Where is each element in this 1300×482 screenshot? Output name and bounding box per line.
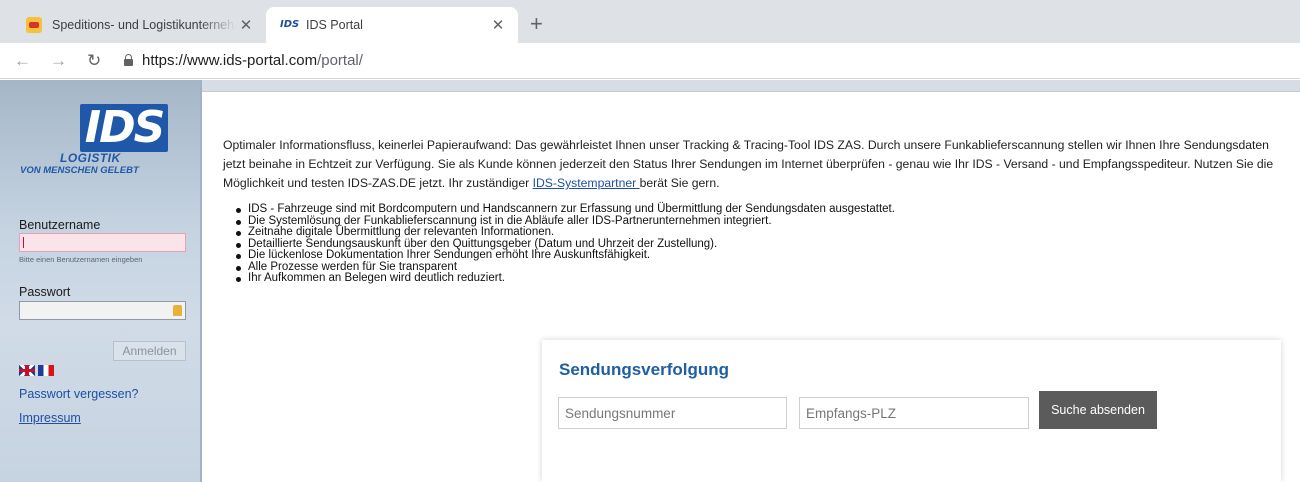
back-arrow-icon[interactable]: ←	[14, 51, 31, 71]
forward-arrow-icon[interactable]: →	[50, 51, 67, 71]
recipient-zip-input[interactable]	[799, 397, 1029, 429]
search-submit-button[interactable]: Suche absenden	[1039, 391, 1157, 429]
tracking-title: Sendungsverfolgung	[559, 360, 729, 379]
tracking-number-input[interactable]	[558, 397, 787, 429]
logo-slogan: VON MENSCHEN GELEBT	[20, 165, 139, 176]
forgot-password-link[interactable]: Passwort vergessen?	[19, 387, 139, 401]
ids-logo: IDS LOGISTIK VON MENSCHEN GELEBT	[20, 104, 170, 180]
tab-speditions[interactable]: Speditions- und Logistikunternehmen ✕	[14, 7, 266, 43]
france-flag-icon[interactable]	[38, 365, 54, 376]
list-item: Die lückenlose Dokumentation Ihrer Sendu…	[236, 249, 895, 262]
new-tab-icon[interactable]: +	[530, 13, 543, 35]
browser-toolbar: ← → ↻ https://www.ids-portal.com/portal/	[0, 43, 1300, 79]
logo-mark: IDS	[80, 104, 168, 152]
browser-tab-strip: Speditions- und Logistikunternehmen ✕ ID…	[0, 0, 1300, 43]
tab-ids-portal[interactable]: IDS IDS Portal ✕	[266, 7, 518, 43]
page-top-bar	[202, 80, 1300, 92]
intro-paragraph: Optimaler Informationsfluss, keinerlei P…	[223, 136, 1283, 193]
intro-text-end: berät Sie gern.	[639, 176, 720, 190]
list-item: IDS - Fahrzeuge sind mit Bordcomputern u…	[236, 203, 895, 215]
intro-text: Optimaler Informationsfluss, keinerlei P…	[223, 138, 1274, 190]
tracking-card: Sendungsverfolgung Suche absenden	[542, 340, 1281, 482]
feature-list: IDS - Fahrzeuge sind mit Bordcomputern u…	[236, 203, 895, 285]
username-input[interactable]	[19, 233, 186, 252]
ids-favicon-icon: IDS	[280, 19, 300, 30]
uk-flag-icon[interactable]	[19, 365, 35, 376]
language-flags	[19, 365, 54, 376]
impressum-link[interactable]: Impressum	[19, 411, 81, 425]
tab-title: Speditions- und Logistikunternehmen	[52, 18, 236, 32]
tab-title: IDS Portal	[306, 18, 363, 32]
url-scheme: https://	[142, 52, 188, 69]
list-item: Ihr Aufkommen an Belegen wird deutlich r…	[236, 272, 895, 285]
lock-icon[interactable]	[124, 54, 133, 66]
password-label: Passwort	[19, 285, 71, 299]
close-tab-icon[interactable]: ✕	[236, 16, 256, 34]
username-hint: Bitte einen Benutzernamen eingeben	[19, 255, 143, 264]
password-input[interactable]	[19, 301, 186, 320]
url-host: www.ids-portal.com	[187, 52, 318, 69]
close-tab-icon[interactable]: ✕	[488, 16, 508, 34]
systempartner-link[interactable]: IDS-Systempartner	[533, 176, 640, 190]
site-favicon-icon	[26, 17, 42, 33]
username-label: Benutzername	[19, 218, 101, 232]
list-item: Zeitnahe digitale Übermittlung der relev…	[236, 226, 895, 239]
key-icon[interactable]	[173, 305, 182, 316]
reload-icon[interactable]: ↻	[87, 51, 101, 71]
login-button[interactable]: Anmelden	[113, 341, 186, 361]
logo-word: LOGISTIK	[60, 151, 121, 165]
address-bar[interactable]: https://www.ids-portal.com/portal/	[142, 52, 363, 69]
url-path: /portal/	[317, 52, 363, 69]
